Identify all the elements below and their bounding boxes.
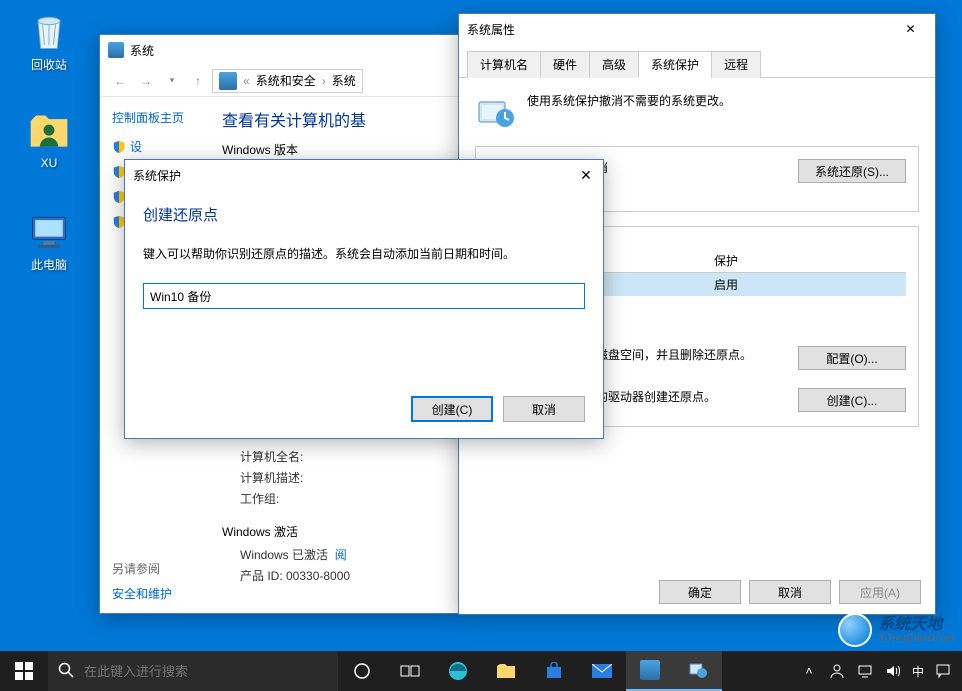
windows-icon <box>15 662 33 680</box>
cancel-button[interactable]: 取消 <box>749 580 831 604</box>
titlebar[interactable]: 系统属性 ✕ <box>459 14 935 44</box>
recycle-bin-icon[interactable]: 回收站 <box>14 10 84 73</box>
ok-button[interactable]: 确定 <box>659 580 741 604</box>
create-restore-point-dialog: 系统保护 ✕ 创建还原点 键入可以帮助你识别还原点的描述。系统会自动添加当前日期… <box>124 159 604 439</box>
table-header: 保护 <box>708 249 906 273</box>
taskbar: ˄ 中 <box>0 651 962 691</box>
apply-button[interactable]: 应用(A) <box>839 580 921 604</box>
ime-indicator[interactable]: 中 <box>912 663 924 680</box>
computer-icon <box>27 210 71 254</box>
search-icon <box>58 662 74 681</box>
tray-overflow-button[interactable]: ˄ <box>800 662 818 680</box>
create-confirm-button[interactable]: 创建(C) <box>411 396 493 422</box>
desktop-icon-label: XU <box>14 156 84 170</box>
window-title: 系统 <box>130 42 456 59</box>
window-title: 系统属性 <box>467 21 888 38</box>
task-view-button[interactable] <box>386 651 434 691</box>
cancel-button[interactable]: 取消 <box>503 396 585 422</box>
dialog-footer: 确定 取消 应用(A) <box>659 580 921 604</box>
breadcrumb-seg[interactable]: 系统 <box>332 72 356 89</box>
volume-icon[interactable] <box>884 662 902 680</box>
tab-advanced[interactable]: 高级 <box>589 51 639 78</box>
computer-description: 计算机描述: <box>240 469 446 486</box>
system-restore-button[interactable]: 系统还原(S)... <box>798 159 906 183</box>
edge-button[interactable] <box>434 651 482 691</box>
security-maintenance-link[interactable]: 安全和维护 <box>112 585 202 602</box>
recent-dropdown[interactable]: ▾ <box>160 69 184 93</box>
cortana-button[interactable] <box>338 651 386 691</box>
page-heading: 查看有关计算机的基 <box>222 107 446 131</box>
address-bar[interactable]: « 系统和安全 › 系统 <box>212 69 363 93</box>
restore-icon <box>475 92 515 132</box>
breadcrumb-seg[interactable]: 系统和安全 <box>256 72 316 89</box>
forward-button[interactable]: → <box>134 69 158 93</box>
dialog-heading: 创建还原点 <box>143 204 585 225</box>
folder-user-icon <box>27 110 71 154</box>
instruction-text: 键入可以帮助你识别还原点的描述。系统会自动添加当前日期和时间。 <box>143 245 585 263</box>
create-button[interactable]: 创建(C)... <box>798 388 906 412</box>
watermark-en: XiTongTianDi.net <box>878 633 954 644</box>
search-box[interactable] <box>48 651 338 691</box>
desktop-icon-label: 此电脑 <box>14 256 84 273</box>
control-panel-home-link[interactable]: 控制面板主页 <box>112 109 202 126</box>
configure-button[interactable]: 配置(O)... <box>798 346 906 370</box>
window-title: 系统保护 <box>133 167 571 184</box>
control-panel-icon <box>640 660 660 680</box>
close-button[interactable]: ✕ <box>888 15 933 43</box>
action-center-icon[interactable] <box>934 662 952 680</box>
tab-computer-name[interactable]: 计算机名 <box>467 51 541 78</box>
network-icon[interactable] <box>856 662 874 680</box>
store-button[interactable] <box>530 651 578 691</box>
titlebar[interactable]: 系统 <box>100 35 458 65</box>
activation-state: Windows 已激活 阅 <box>240 546 446 563</box>
close-button[interactable]: ✕ <box>571 161 601 189</box>
search-input[interactable] <box>84 664 328 679</box>
tab-hardware[interactable]: 硬件 <box>540 51 590 78</box>
mail-button[interactable] <box>578 651 626 691</box>
workgroup: 工作组: <box>240 490 446 507</box>
windows-version-header: Windows 版本 <box>222 141 446 158</box>
this-pc-icon[interactable]: 此电脑 <box>14 210 84 273</box>
back-button[interactable]: ← <box>108 69 132 93</box>
titlebar[interactable]: 系统保护 ✕ <box>125 160 603 190</box>
activation-read-link[interactable]: 阅 <box>335 548 347 562</box>
tab-system-protection[interactable]: 系统保护 <box>638 51 712 78</box>
trash-icon <box>27 10 71 54</box>
explorer-button[interactable] <box>482 651 530 691</box>
restore-point-name-input[interactable] <box>143 283 585 309</box>
activation-header: Windows 激活 <box>222 523 446 540</box>
watermark-cn: 系统天地 <box>878 616 954 634</box>
user-folder-icon[interactable]: XU <box>14 110 84 170</box>
shield-icon <box>112 140 126 154</box>
full-computer-name: 计算机全名: <box>240 448 446 465</box>
control-panel-task-button[interactable] <box>626 651 674 691</box>
see-also-header: 另请参阅 <box>112 560 202 577</box>
sidebar-item[interactable]: 设 <box>112 138 202 155</box>
globe-icon <box>838 613 872 647</box>
product-id: 产品 ID: 00330-8000 <box>240 567 446 584</box>
control-panel-icon <box>219 72 237 90</box>
control-panel-icon <box>108 42 124 58</box>
nav-toolbar: ← → ▾ ↑ « 系统和安全 › 系统 <box>100 65 458 97</box>
watermark: 系统天地 XiTongTianDi.net <box>838 613 954 647</box>
tab-remote[interactable]: 远程 <box>711 51 761 78</box>
tabstrip: 计算机名 硬件 高级 系统保护 远程 <box>459 44 935 78</box>
system-properties-task-button[interactable] <box>674 651 722 691</box>
start-button[interactable] <box>0 651 48 691</box>
restore-task-icon <box>688 660 708 680</box>
up-button[interactable]: ↑ <box>186 69 210 93</box>
people-icon[interactable] <box>828 662 846 680</box>
intro-text: 使用系统保护撤消不需要的系统更改。 <box>527 92 731 109</box>
system-tray: ˄ 中 <box>790 662 962 680</box>
desktop-icon-label: 回收站 <box>14 56 84 73</box>
